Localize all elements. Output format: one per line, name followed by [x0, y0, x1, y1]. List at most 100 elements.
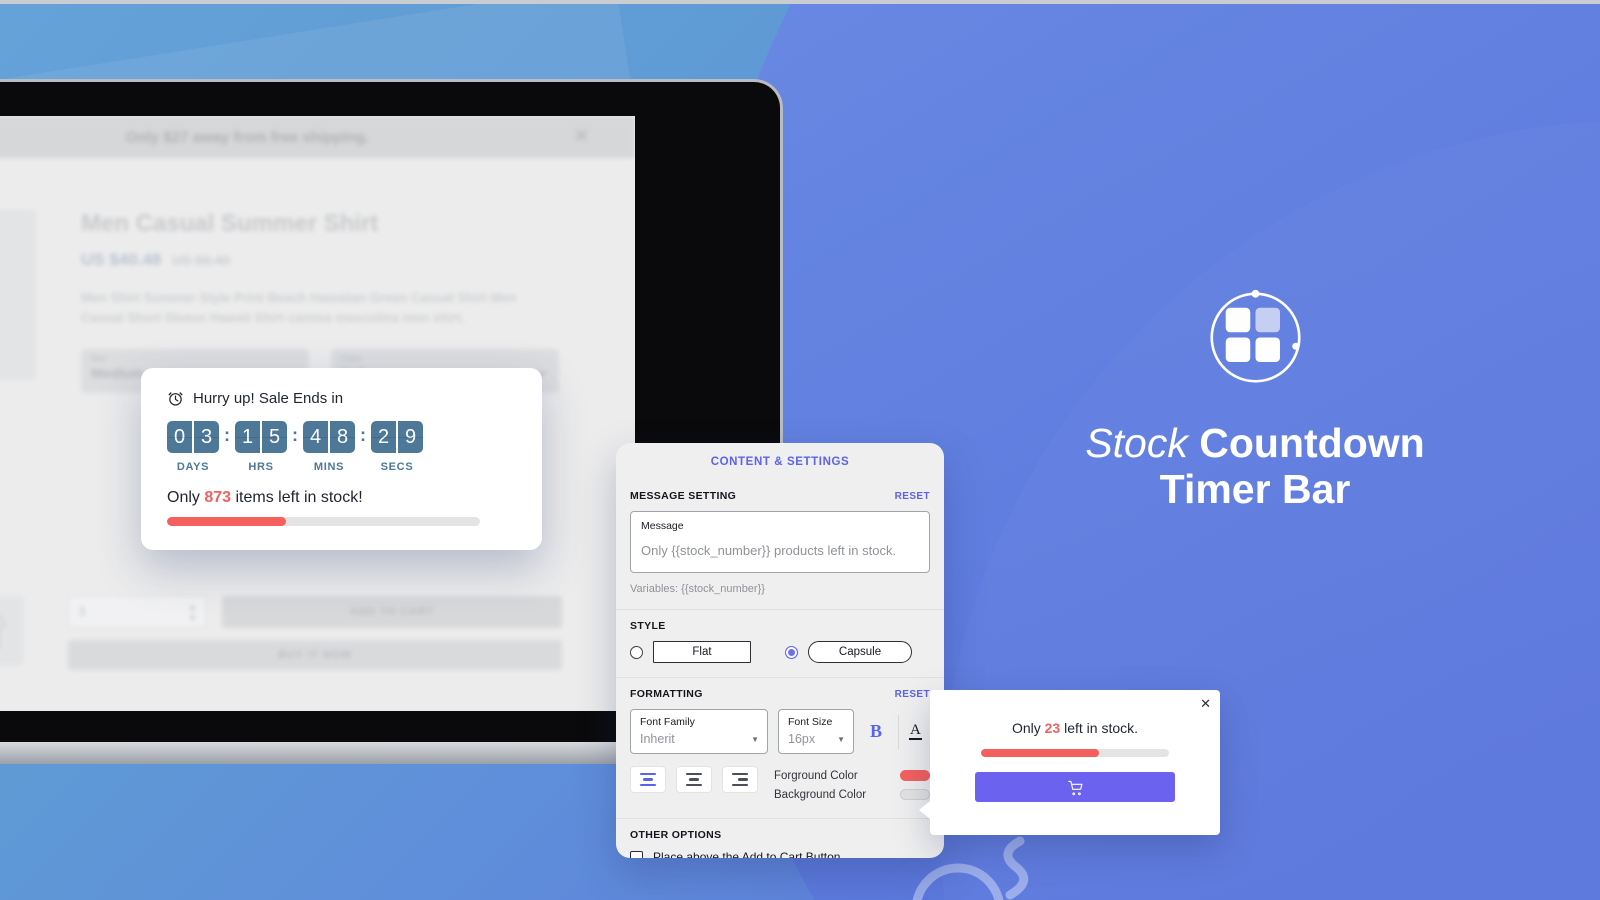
add-to-cart-button[interactable]: ADD TO CART — [222, 596, 562, 628]
section-heading-message: MESSAGE SETTING — [630, 490, 737, 502]
price-current: US $40.48 — [81, 250, 162, 269]
preview-prefix: Only — [1011, 720, 1045, 736]
chevron-down-icon: ▼ — [751, 735, 759, 744]
section-heading-other: OTHER OPTIONS — [630, 829, 722, 841]
preview-stock-number: 23 — [1044, 720, 1061, 736]
unit-label: DAYS — [176, 461, 210, 473]
reset-formatting-button[interactable]: RESET — [895, 689, 930, 700]
stock-prefix: Only — [167, 489, 205, 506]
four-squares-orbit-logo — [1209, 289, 1301, 383]
preview-suffix: left in stock. — [1060, 720, 1139, 736]
countdown-units: 0 3 DAYS : 1 5 HRS : 4 8 MINS: 2 9 SECS — [167, 421, 516, 473]
unit-label: HRS — [248, 461, 274, 473]
section-heading-formatting: FORMATTING — [630, 688, 703, 700]
announcement-bar: Only $27 away from free shipping. ✕ — [0, 116, 635, 158]
product-price: US $40.48 US $6.40 — [81, 250, 601, 270]
background-color-swatch[interactable] — [900, 789, 930, 800]
countdown-separator: : — [224, 425, 230, 445]
digit: 1 — [235, 421, 260, 453]
settings-panel: CONTENT & SETTINGS MESSAGE SETTING RESET… — [616, 443, 944, 858]
bold-icon[interactable]: B — [864, 721, 888, 742]
quantity-value: 1 — [79, 604, 86, 618]
panel-title: CONTENT & SETTINGS — [710, 456, 850, 468]
stepper-arrows-icon[interactable]: ▴ ▾ — [190, 602, 195, 624]
brand-block: Stock Countdown Timer Bar — [1040, 285, 1470, 513]
preview-add-to-cart-button[interactable] — [975, 772, 1175, 802]
align-center-icon[interactable] — [676, 766, 712, 793]
variables-hint: Variables: {{stock_number}} — [630, 583, 765, 595]
font-size-select[interactable]: Font Size 16px ▼ — [778, 709, 854, 754]
background-color-label: Background Color — [774, 788, 867, 801]
brand-line1-bold: Countdown — [1199, 420, 1425, 466]
section-heading-style: STYLE — [630, 620, 666, 632]
digit: 3 — [194, 421, 219, 453]
stock-preview-popup: ✕ Only 23 left in stock. — [919, 690, 1220, 835]
message-input-label: Message — [641, 520, 684, 532]
digit: 2 — [371, 421, 396, 453]
quantity-stepper[interactable]: 1 ▴ ▾ — [68, 596, 206, 628]
brand-title: Stock Countdown Timer Bar — [1040, 420, 1470, 513]
announcement-text: Only $27 away from free shipping. — [125, 128, 370, 146]
foreground-color-row[interactable]: Forground Color — [774, 766, 930, 785]
style-option-flat[interactable]: Flat — [653, 641, 751, 663]
toolbar-divider — [898, 714, 900, 749]
underline-color-icon[interactable]: A — [909, 722, 922, 741]
countdown-unit-mins: 4 8 MINS — [303, 421, 355, 473]
size-select-label: Size — [91, 354, 108, 363]
preview-message: Only 23 left in stock. — [946, 720, 1204, 736]
foreground-color-swatch[interactable] — [900, 770, 930, 781]
section-message-setting: MESSAGE SETTING RESET Message Only {{sto… — [616, 480, 944, 609]
style-option-capsule[interactable]: Capsule — [808, 641, 912, 663]
style-radio-capsule[interactable] — [785, 645, 798, 659]
countdown-unit-days: 0 3 DAYS — [167, 421, 219, 473]
price-compare: US $6.40 — [172, 252, 231, 268]
font-family-select[interactable]: Font Family Inherit ▼ — [630, 709, 768, 754]
product-thumbnail[interactable] — [0, 596, 24, 666]
close-icon[interactable]: ✕ — [1200, 696, 1211, 712]
background-color-row[interactable]: Background Color — [774, 785, 930, 804]
font-size-value: 16px — [788, 732, 816, 746]
purchase-actions: 1 ▴ ▾ ADD TO CART BUY IT NOW — [68, 596, 562, 670]
message-input[interactable]: Message Only {{stock_number}} products l… — [630, 511, 930, 573]
font-size-label: Font Size — [788, 716, 833, 728]
product-main-image — [0, 210, 36, 380]
message-input-value: Only {{stock_number}} products left in s… — [641, 543, 897, 558]
unit-label: MINS — [313, 461, 345, 473]
stock-suffix: items left in stock! — [231, 489, 363, 506]
brand-line2: Timer Bar — [1159, 465, 1351, 512]
align-right-icon[interactable] — [722, 766, 758, 793]
digit: 8 — [330, 421, 355, 453]
shirt-icon — [0, 616, 6, 629]
section-formatting: FORMATTING RESET Font Family Inherit ▼ F… — [616, 677, 944, 818]
poster-canvas: Only $27 away from free shipping. ✕ Men … — [0, 0, 1600, 900]
reset-message-button[interactable]: RESET — [895, 491, 930, 502]
digit: 4 — [303, 421, 328, 453]
section-other-options: OTHER OPTIONS Place above the Add to Car… — [616, 818, 944, 858]
place-above-cart-label: Place above the Add to Cart Button — [653, 850, 841, 858]
stock-message: Only 873 items left in stock! — [167, 489, 516, 507]
buy-it-now-button[interactable]: BUY IT NOW — [68, 640, 562, 670]
stock-progress-fill — [167, 517, 286, 526]
place-above-cart-checkbox[interactable] — [630, 850, 643, 858]
countdown-heading: Hurry up! Sale Ends in — [193, 390, 344, 407]
countdown-separator: : — [360, 425, 366, 445]
product-thumbnails — [0, 596, 24, 666]
product-description: Men Shirt Summer Style Print Beach Hawai… — [81, 290, 517, 325]
countdown-separator: : — [292, 425, 298, 445]
close-icon[interactable]: ✕ — [574, 126, 589, 147]
product-gallery — [0, 210, 43, 393]
align-left-icon[interactable] — [630, 766, 666, 793]
alarm-clock-icon — [168, 392, 183, 406]
section-style: STYLE Flat Capsule — [616, 609, 944, 677]
brand-line1-italic: Stock — [1085, 420, 1200, 466]
stock-number: 873 — [204, 489, 232, 506]
popup-tail — [919, 801, 930, 819]
unit-label: SECS — [380, 461, 414, 473]
foreground-color-label: Forground Color — [774, 769, 858, 782]
shopping-cart-icon — [1067, 780, 1082, 795]
digit: 9 — [398, 421, 423, 453]
digit: 0 — [167, 421, 192, 453]
style-radio-flat[interactable] — [630, 645, 643, 659]
font-family-label: Font Family — [640, 716, 695, 728]
color-controls: Forground Color Background Color — [774, 766, 930, 804]
